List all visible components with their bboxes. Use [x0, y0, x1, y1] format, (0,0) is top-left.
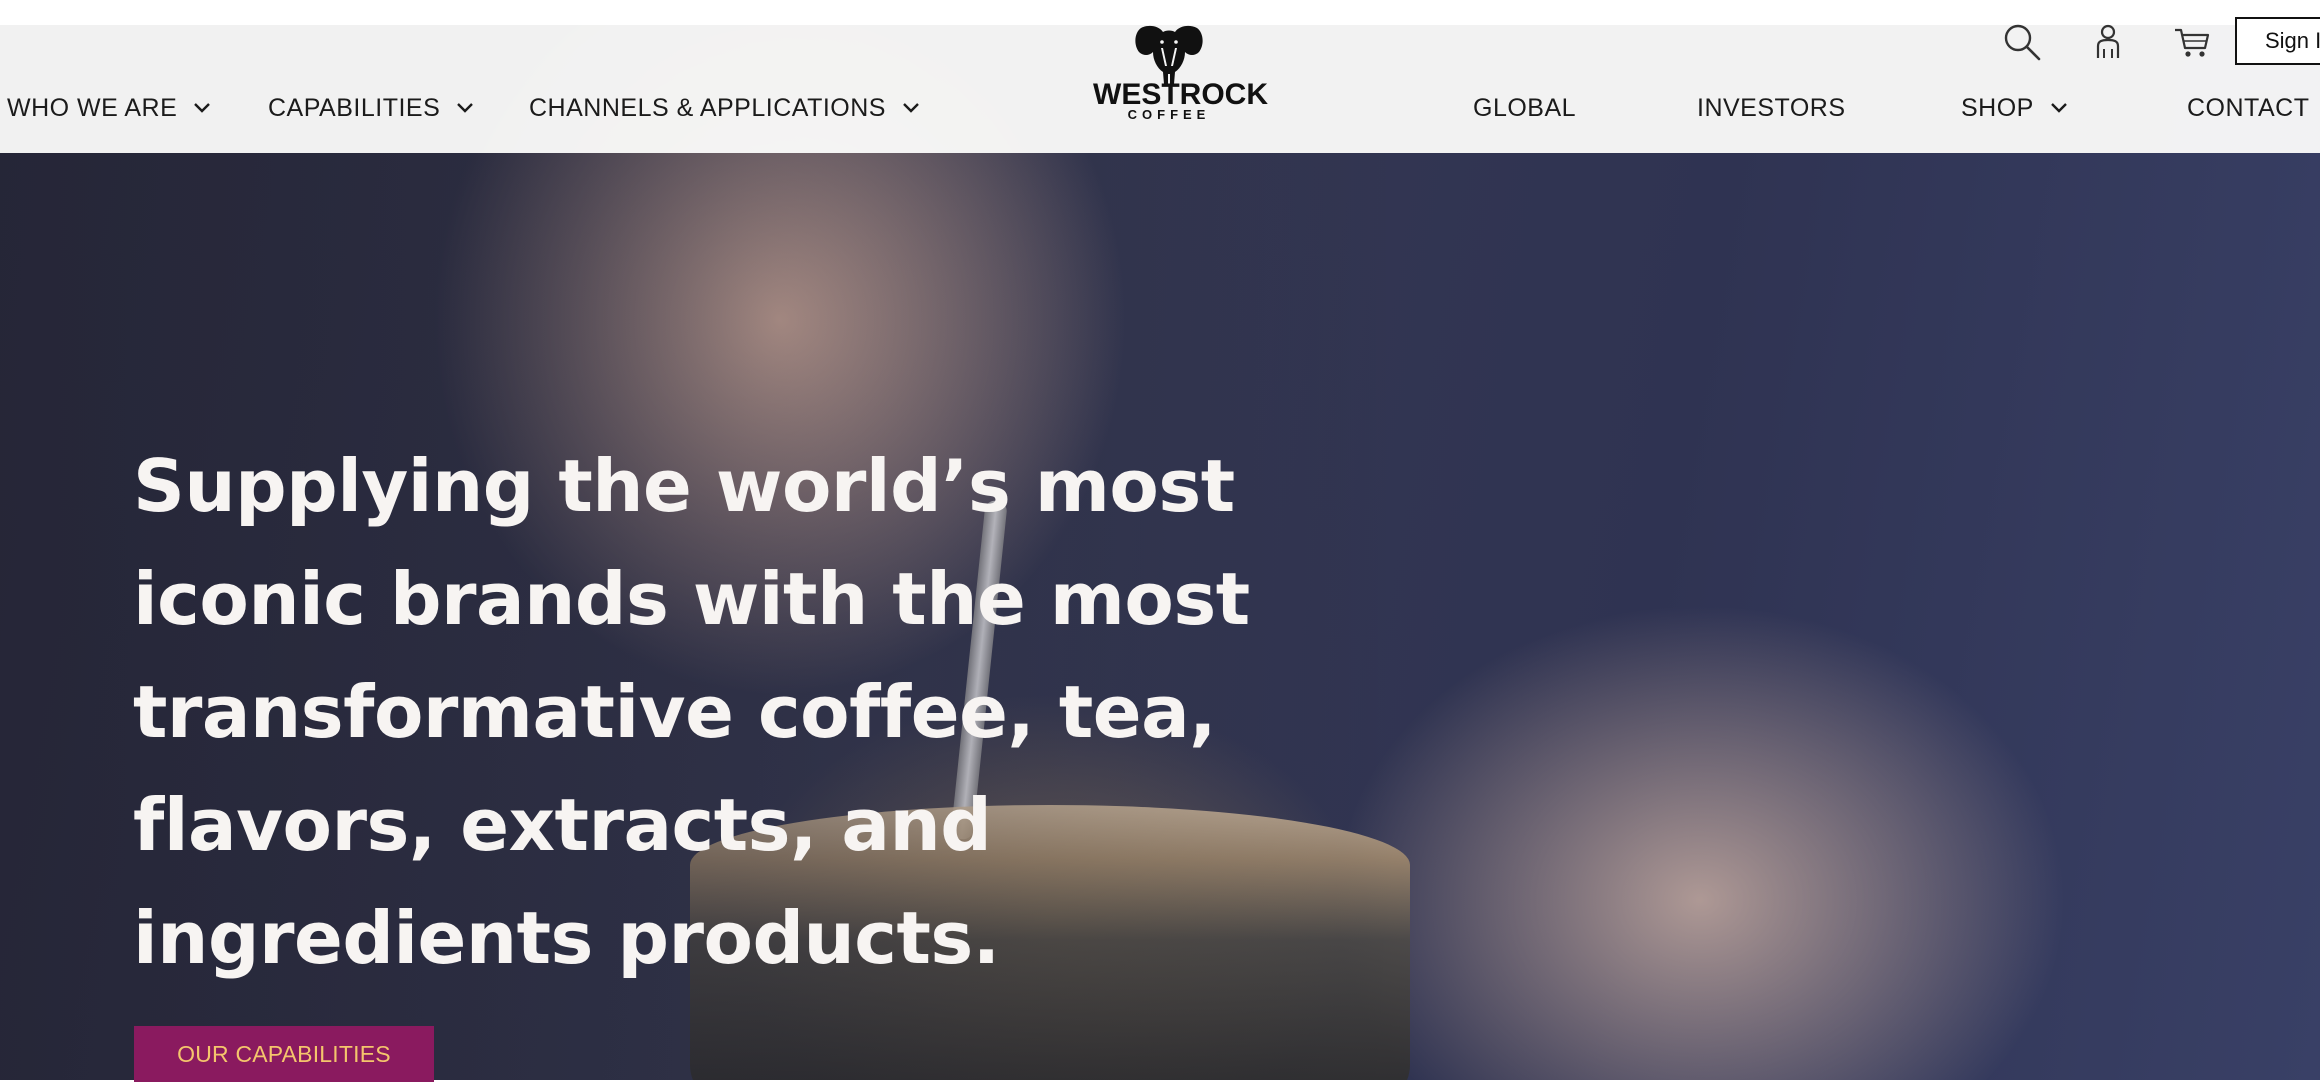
chevron-down-icon [903, 103, 919, 113]
logo-subtitle: COFFEE [1127, 107, 1211, 122]
elephant-icon [1135, 25, 1203, 85]
nav-label: CONTACT [2187, 94, 2310, 122]
logo-wordmark: WESTROCK [1093, 78, 1268, 111]
nav-global[interactable]: GLOBAL [1473, 94, 1576, 122]
chevron-down-icon [2051, 103, 2067, 113]
nav-label: CAPABILITIES [268, 94, 441, 122]
hero-headline: Supplying the world’s most iconic brands… [133, 444, 1250, 980]
chevron-down-icon [457, 103, 474, 113]
account-icon[interactable] [2088, 22, 2128, 62]
chevron-down-icon [194, 103, 211, 113]
nav-contact[interactable]: CONTACT [2187, 94, 2309, 122]
nav-label: SHOP [1961, 94, 2034, 122]
nav-who-we-are[interactable]: WHO WE ARE [7, 94, 211, 122]
nav-label: GLOBAL [1473, 94, 1577, 122]
westrock-logo[interactable]: WESTROCK COFFEE [1093, 22, 1268, 126]
nav-shop[interactable]: SHOP [1961, 94, 2068, 122]
nav-capabilities[interactable]: CAPABILITIES [268, 94, 474, 122]
our-capabilities-button[interactable]: OUR CAPABILITIES [134, 1026, 434, 1082]
cart-icon[interactable] [2172, 22, 2212, 62]
nav-investors[interactable]: INVESTORS [1697, 94, 1846, 122]
nav-label: WHO WE ARE [7, 94, 178, 122]
sign-in-button[interactable]: Sign I [2235, 17, 2320, 65]
search-icon[interactable] [2002, 22, 2042, 62]
nav-label: CHANNELS & APPLICATIONS [529, 94, 886, 122]
nav-channels-applications[interactable]: CHANNELS & APPLICATIONS [529, 94, 920, 122]
nav-label: INVESTORS [1697, 94, 1846, 122]
